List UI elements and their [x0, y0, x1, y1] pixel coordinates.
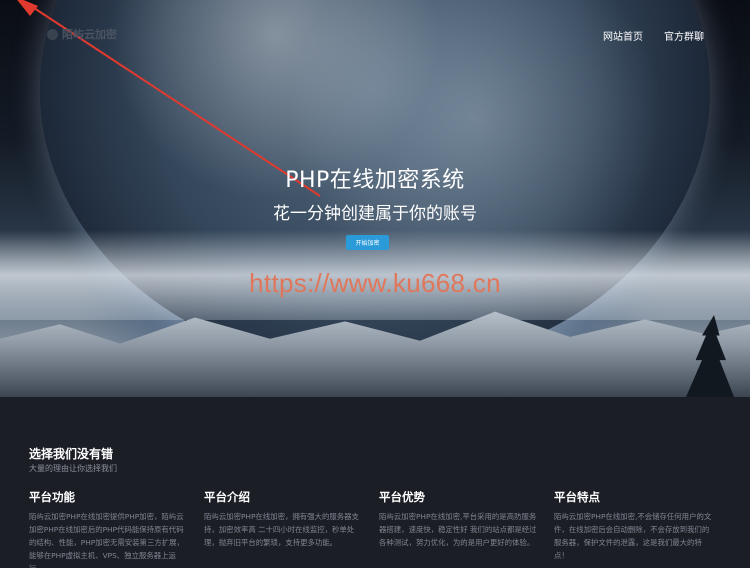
watermark-url: https://www.ku668.cn: [249, 268, 501, 298]
feature-text: 陌屿云加密PHP在线加密,平台采用的是高防服务器搭建，速度快，稳定性好 我们的站…: [379, 512, 537, 547]
hero-subtitle: 花一分钟创建属于你的账号: [273, 204, 477, 224]
section-subtitle: 大量的理由让你选择我们: [29, 464, 117, 473]
logo-icon: [47, 28, 58, 40]
feature-text: 陌屿云加密PHP在线加密提供PHP加密，陌屿云加密PHP在线加密后的PHP代码能…: [29, 512, 184, 568]
feature-text: 陌屿云加密PHP在线加密，拥有强大的服务器支持，加密效率高 二十四小时在线监控，…: [204, 512, 359, 547]
top-navigation: 陌屿云加密 网站首页 官方群聊: [0, 0, 750, 66]
feature-platform-advantages: 平台优势 陌屿云加密PHP在线加密,平台采用的是高防服务器搭建，速度快，稳定性好…: [379, 489, 539, 568]
feature-title: 平台优势: [379, 490, 425, 504]
logo-text: 陌屿云加密: [62, 28, 117, 41]
nav-menu: 网站首页 官方群聊: [603, 28, 704, 43]
feature-title: 平台介绍: [204, 490, 250, 504]
nav-link-home[interactable]: 网站首页: [603, 28, 643, 43]
feature-platform-functions: 平台功能 陌屿云加密PHP在线加密提供PHP加密，陌屿云加密PHP在线加密后的P…: [29, 489, 189, 568]
hero-banner: 陌屿云加密 网站首页 官方群聊 PHP在线加密系统 花一分钟创建属于你的账号 开…: [0, 0, 750, 397]
nav-link-group-chat[interactable]: 官方群聊: [664, 28, 704, 43]
site-logo[interactable]: 陌屿云加密: [47, 26, 117, 42]
start-encrypt-button[interactable]: 开始加密: [346, 235, 389, 250]
hero-title: PHP在线加密系统: [285, 168, 465, 193]
section-title: 选择我们没有错: [29, 447, 114, 461]
features-row: 平台功能 陌屿云加密PHP在线加密提供PHP加密，陌屿云加密PHP在线加密后的P…: [29, 489, 729, 568]
why-choose-us-section: 选择我们没有错 大量的理由让你选择我们 平台功能 陌屿云加密PHP在线加密提供P…: [0, 397, 750, 568]
feature-platform-intro: 平台介绍 陌屿云加密PHP在线加密，拥有强大的服务器支持，加密效率高 二十四小时…: [204, 489, 364, 568]
feature-title: 平台功能: [29, 490, 75, 504]
feature-title: 平台特点: [554, 490, 600, 504]
feature-text: 陌屿云加密PHP在线加密,不会储存任何用户的文件，在线加密后会自动删除，不会存放…: [554, 512, 712, 560]
feature-platform-characteristics: 平台特点 陌屿云加密PHP在线加密,不会储存任何用户的文件，在线加密后会自动删除…: [554, 489, 714, 568]
